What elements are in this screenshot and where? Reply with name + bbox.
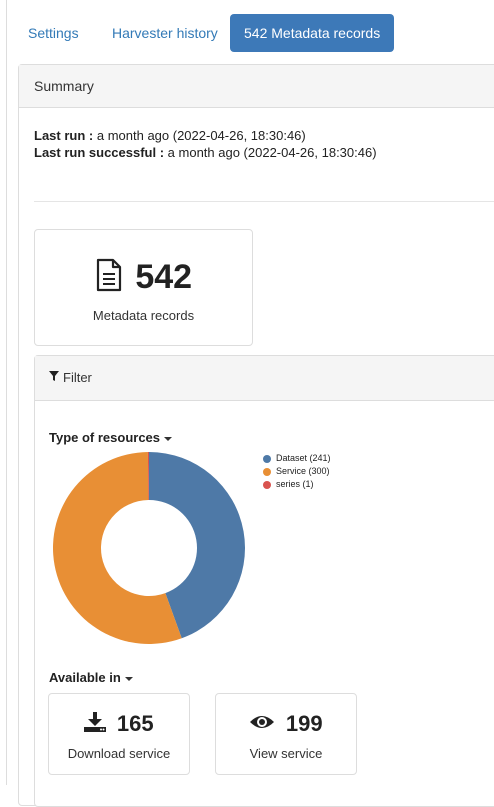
- legend-label-2: series (1): [276, 479, 314, 489]
- available-in-title: Available in: [49, 670, 121, 685]
- summary-panel: Summary Last run : a month ago (2022-04-…: [18, 64, 494, 807]
- divider: [34, 201, 494, 202]
- legend-swatch-0: [263, 454, 271, 463]
- type-of-resources-title: Type of resources: [49, 430, 161, 445]
- chevron-down-icon: [164, 436, 173, 441]
- metadata-records-label: Metadata records: [92, 308, 195, 323]
- filter-heading[interactable]: Filter: [35, 356, 494, 401]
- download-service-count: 165: [116, 711, 154, 736]
- eye-icon: [249, 714, 275, 735]
- type-of-resources-toggle[interactable]: Type of resources: [49, 430, 173, 445]
- page-left-border: [6, 0, 7, 785]
- download-service-label: Download service: [67, 746, 171, 761]
- metadata-records-card: 542 Metadata records: [34, 229, 253, 346]
- chevron-down-icon: [124, 676, 133, 681]
- legend-swatch-1: [263, 467, 271, 476]
- legend-item-1[interactable]: Service (300): [263, 465, 331, 478]
- last-success-label: Last run successful :: [34, 145, 165, 160]
- run-info: Last run : a month ago (2022-04-26, 18:3…: [34, 127, 377, 161]
- view-service-label: View service: [249, 746, 323, 761]
- download-service-card[interactable]: 165 Download service: [48, 693, 190, 775]
- last-run-line: Last run : a month ago (2022-04-26, 18:3…: [34, 127, 377, 144]
- last-run-label: Last run :: [34, 128, 94, 143]
- tab-metadata-records[interactable]: 542 Metadata records: [230, 14, 395, 52]
- legend-label-1: Service (300): [276, 466, 330, 476]
- tab-settings[interactable]: Settings: [28, 14, 79, 52]
- resource-type-donut-chart: [53, 452, 245, 644]
- legend-label-0: Dataset (241): [276, 453, 331, 463]
- legend-item-0[interactable]: Dataset (241): [263, 452, 331, 465]
- last-success-line: Last run successful : a month ago (2022-…: [34, 144, 377, 161]
- tab-harvester-history[interactable]: Harvester history: [112, 14, 218, 52]
- view-service-count: 199: [285, 711, 323, 736]
- filter-panel: Filter Type of resources Dataset (241) Se…: [34, 355, 494, 807]
- summary-heading: Summary: [19, 65, 494, 108]
- legend-item-2[interactable]: series (1): [263, 478, 331, 491]
- filter-title: Filter: [63, 370, 92, 385]
- chart-legend: Dataset (241) Service (300) series (1): [263, 452, 331, 491]
- filter-icon: [49, 355, 59, 399]
- last-run-value: a month ago (2022-04-26, 18:30:46): [96, 128, 306, 143]
- last-success-value: a month ago (2022-04-26, 18:30:46): [167, 145, 377, 160]
- download-icon: [84, 711, 107, 737]
- legend-swatch-2: [263, 480, 271, 489]
- view-service-card[interactable]: 199 View service: [215, 693, 357, 775]
- metadata-records-count: 542: [135, 258, 193, 296]
- document-icon: [95, 258, 123, 297]
- available-in-toggle[interactable]: Available in: [49, 670, 133, 685]
